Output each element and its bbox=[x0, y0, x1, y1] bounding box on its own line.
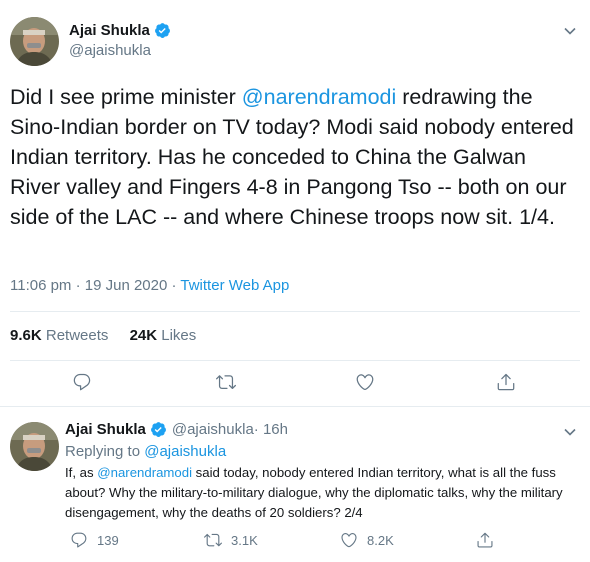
retweet-count: 3.1K bbox=[231, 532, 258, 548]
replying-to-link[interactable]: @ajaishukla bbox=[144, 443, 226, 460]
reply-text: If, as @narendramodi said today, nobody … bbox=[65, 465, 563, 520]
avatar[interactable] bbox=[10, 17, 59, 66]
likes-stat[interactable]: 24K Likes bbox=[130, 327, 197, 344]
reply-author-row[interactable]: Ajai Shukla @ajaishukla · 16h bbox=[65, 421, 288, 438]
divider bbox=[10, 360, 580, 361]
divider bbox=[10, 311, 580, 312]
like-icon[interactable] bbox=[355, 372, 375, 392]
chevron-down-icon[interactable] bbox=[563, 24, 577, 43]
reply-tweet[interactable]: Ajai Shukla @ajaishukla · 16h Replying t… bbox=[0, 407, 590, 562]
tweet-text-part1: Did I see prime minister bbox=[10, 85, 242, 109]
share-icon[interactable] bbox=[496, 372, 516, 392]
mention-link[interactable]: @narendramodi bbox=[242, 85, 397, 109]
reply-timestamp[interactable]: · 16h bbox=[254, 421, 288, 438]
tweet-text: Did I see prime minister @narendramodi r… bbox=[10, 82, 582, 232]
verified-badge-icon bbox=[150, 421, 167, 438]
share-icon[interactable] bbox=[476, 531, 494, 549]
reply-count: 139 bbox=[97, 532, 119, 548]
avatar[interactable] bbox=[10, 422, 59, 471]
retweet-icon[interactable] bbox=[216, 372, 236, 392]
tweet-actions bbox=[0, 372, 590, 396]
tweet-meta: 11:06 pm · 19 Jun 2020 · Twitter Web App bbox=[10, 277, 289, 294]
tweet-source-link[interactable]: Twitter Web App bbox=[180, 277, 289, 294]
retweet-button[interactable]: 3.1K bbox=[204, 531, 258, 549]
like-count: 8.2K bbox=[367, 532, 394, 548]
tweet-stats: 9.6K Retweets 24K Likes bbox=[10, 327, 196, 344]
verified-badge-icon bbox=[154, 22, 171, 39]
tweet-timestamp[interactable]: 11:06 pm · 19 Jun 2020 · bbox=[10, 277, 180, 294]
replying-to: Replying to @ajaishukla bbox=[65, 443, 227, 460]
author-name[interactable]: Ajai Shukla bbox=[65, 421, 146, 438]
author-handle[interactable]: @ajaishukla bbox=[69, 42, 151, 59]
retweets-stat[interactable]: 9.6K Retweets bbox=[10, 327, 108, 344]
reply-icon bbox=[71, 532, 87, 548]
author-name[interactable]: Ajai Shukla bbox=[69, 22, 150, 39]
reply-body: Replying to @ajaishukla If, as @narendra… bbox=[65, 443, 565, 523]
reply-button[interactable]: 139 bbox=[70, 531, 119, 549]
author-handle[interactable]: @ajaishukla bbox=[172, 421, 254, 438]
reply-icon[interactable] bbox=[72, 372, 92, 392]
reply-actions: 139 3.1K 8.2K bbox=[0, 531, 590, 553]
retweet-icon bbox=[204, 533, 222, 547]
like-icon bbox=[341, 533, 357, 548]
main-tweet: Ajai Shukla @ajaishukla Did I see prime … bbox=[0, 0, 590, 407]
mention-link[interactable]: @narendramodi bbox=[97, 465, 192, 480]
like-button[interactable]: 8.2K bbox=[340, 531, 394, 549]
chevron-down-icon[interactable] bbox=[563, 425, 577, 444]
author-name-row[interactable]: Ajai Shukla bbox=[69, 22, 171, 39]
